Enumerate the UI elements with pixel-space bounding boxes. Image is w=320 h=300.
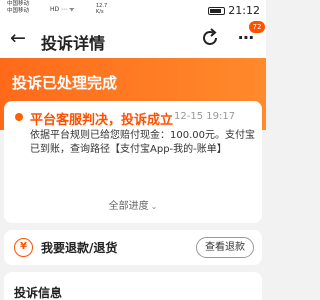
refund-label: 我要退款/退货	[41, 241, 118, 255]
result-card: 平台客服判决，投诉成立 12-15 19:17 依据平台规则已给您赔付现金：10…	[4, 101, 262, 223]
yen-icon: ¥	[14, 238, 33, 257]
refresh-icon[interactable]	[200, 27, 220, 49]
status-right: 21:12	[208, 4, 260, 17]
notification-badge: 72	[249, 21, 265, 33]
net-speed: 12.7 K/s	[96, 3, 107, 15]
status-bar: 中国移动 中国移动 HD ⋯ ᯤ 12.7 K/s 21:12	[0, 0, 266, 20]
info-title: 投诉信息	[14, 286, 63, 300]
chevron-down-icon: ⌄	[150, 202, 158, 211]
refund-card: ¥ 我要退款/退货 查看退款	[4, 230, 262, 265]
all-progress-link[interactable]: 全部进度 ⌄	[4, 197, 262, 212]
result-body: 依据平台规则已给您赔付现金：100.00元。支付宝已到账，查询路径【支付宝App…	[30, 130, 255, 155]
carrier-1: 中国移动	[7, 1, 30, 7]
banner-title: 投诉已处理完成	[12, 74, 118, 92]
carrier-2: 中国移动	[7, 8, 30, 14]
clock: 21:12	[228, 4, 260, 17]
result-title: 平台客服判决，投诉成立	[30, 113, 174, 128]
result-time: 12-15 19:17	[174, 111, 236, 122]
signal-icons: HD ⋯ ᯤ	[50, 6, 75, 13]
battery-icon	[208, 6, 226, 15]
status-dot-icon	[15, 113, 23, 121]
net-speed-unit: K/s	[96, 9, 104, 15]
carrier-labels: 中国移动 中国移动	[7, 1, 29, 15]
nav-bar: ← 投诉详情 ⋯ 72	[0, 20, 266, 58]
progress-label: 全部进度	[108, 201, 149, 212]
back-arrow-icon[interactable]: ←	[10, 28, 26, 48]
page-title: 投诉详情	[41, 34, 106, 53]
complaint-info-card: 投诉信息	[4, 272, 262, 300]
view-refund-button[interactable]: 查看退款	[196, 237, 254, 258]
